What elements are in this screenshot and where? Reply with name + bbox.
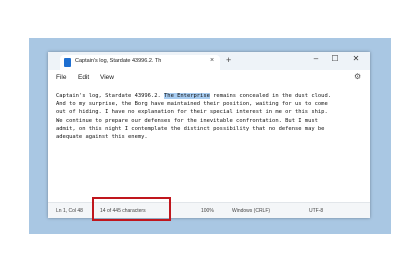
- line-ending: Windows (CRLF): [232, 208, 271, 214]
- doc-line-4: We continue to prepare our defenses for …: [56, 117, 318, 124]
- zoom-level: 100%: [201, 208, 214, 214]
- menu-edit[interactable]: Edit: [78, 74, 89, 81]
- title-bar: Captain's log, Stardate 43996.2. Th × + …: [48, 52, 370, 70]
- new-tab-button[interactable]: +: [226, 55, 231, 65]
- doc-line-3: out of hiding. I have no explanation for…: [56, 109, 328, 116]
- doc-line-1-end: remains concealed in the dust cloud.: [209, 93, 332, 99]
- doc-line-1-start: Captain's log, Stardate 43996.2.: [56, 93, 165, 99]
- notepad-icon: [64, 58, 71, 67]
- doc-line-5: admit, on this night I contemplate the d…: [56, 125, 325, 132]
- maximize-button[interactable]: ☐: [329, 54, 341, 63]
- text-editor-area[interactable]: Captain's log, Stardate 43996.2. The Ent…: [48, 86, 370, 202]
- menu-file[interactable]: File: [56, 74, 66, 81]
- close-button[interactable]: ✕: [350, 54, 362, 63]
- doc-line-6: adequate against this enemy.: [56, 134, 148, 141]
- document-text[interactable]: Captain's log, Stardate 43996.2. The Ent…: [56, 92, 368, 141]
- menu-bar: File Edit View ⚙: [48, 70, 370, 86]
- settings-gear-icon[interactable]: ⚙: [354, 72, 361, 81]
- cursor-position: Ln 1, Col 48: [56, 208, 83, 214]
- notepad-window: Captain's log, Stardate 43996.2. Th × + …: [48, 52, 370, 218]
- tab-title: Captain's log, Stardate 43996.2. Th: [75, 58, 162, 64]
- menu-view[interactable]: View: [100, 74, 114, 81]
- doc-line-2: And to my surprise, the Borg have mainta…: [56, 101, 328, 108]
- selected-text: The Enterprise: [164, 93, 210, 99]
- minimize-button[interactable]: –: [310, 54, 322, 63]
- close-tab-icon[interactable]: ×: [210, 57, 214, 64]
- encoding: UTF-8: [309, 208, 324, 214]
- document-tab[interactable]: Captain's log, Stardate 43996.2. Th ×: [60, 55, 220, 70]
- character-count-highlight: [92, 197, 171, 221]
